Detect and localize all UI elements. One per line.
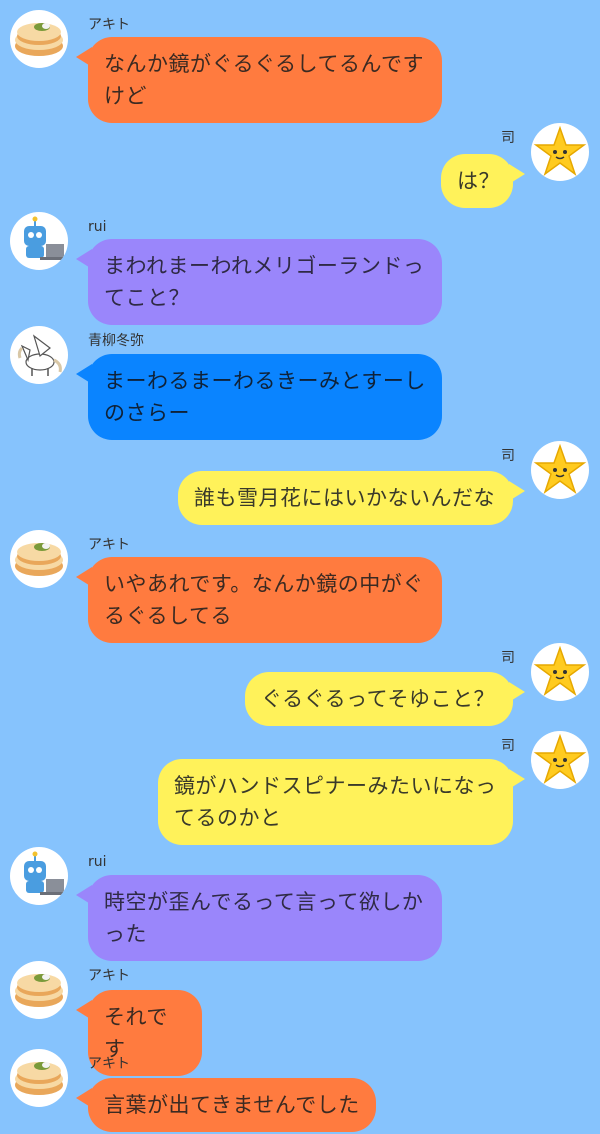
message-bubble[interactable]: いやあれです。なんか鏡の中がぐるぐるしてる	[76, 557, 442, 643]
robot-icon[interactable]	[10, 847, 68, 905]
star-icon[interactable]	[531, 123, 589, 181]
star-icon[interactable]	[531, 731, 589, 789]
sender-name: アキト	[88, 968, 130, 984]
message-text: いやあれです。なんか鏡の中がぐるぐるしてる	[104, 572, 424, 628]
sender-name: アキト	[88, 537, 130, 553]
message-bubble[interactable]: まーわるまーわるきーみとすーしのさらー	[76, 354, 442, 440]
message-bubble[interactable]: は？	[441, 154, 525, 208]
sender-name: 青柳冬弥	[88, 333, 144, 349]
message-bubble[interactable]: 誰も雪月花にはいかないんだな	[178, 471, 525, 525]
pegasus-icon[interactable]	[10, 326, 68, 384]
sender-name: rui	[88, 219, 107, 235]
message-text: ぐるぐるってそゆこと？	[261, 687, 495, 711]
message-text: それです	[104, 1005, 168, 1061]
sender-name: rui	[88, 854, 107, 870]
star-icon[interactable]	[531, 643, 589, 701]
message-bubble[interactable]: 言葉が出てきませんでした	[76, 1078, 376, 1132]
message-text: 誰も雪月花にはいかないんだな	[194, 486, 495, 510]
message-text: 言葉が出てきませんでした	[104, 1093, 360, 1117]
message-text: は？	[457, 169, 500, 193]
sender-name: 司	[501, 448, 515, 464]
sender-name: 司	[501, 738, 515, 754]
message-text: 時空が歪んでるって言って欲しかった	[104, 890, 424, 946]
message-bubble[interactable]: なんか鏡がぐるぐるしてるんですけど	[76, 37, 442, 123]
pancake-icon[interactable]	[10, 530, 68, 588]
message-text: まーわるまーわるきーみとすーしのさらー	[104, 369, 426, 425]
pancake-icon[interactable]	[10, 961, 68, 1019]
sender-name: 司	[501, 650, 515, 666]
message-bubble[interactable]: 鏡がハンドスピナーみたいになってるのかと	[158, 759, 525, 845]
sender-name: 司	[501, 130, 515, 146]
message-bubble[interactable]: ぐるぐるってそゆこと？	[245, 672, 525, 726]
message-bubble[interactable]: 時空が歪んでるって言って欲しかった	[76, 875, 442, 961]
pancake-icon[interactable]	[10, 10, 68, 68]
message-bubble[interactable]: まわれまーわれメリゴーランドってこと？	[76, 239, 442, 325]
pancake-icon[interactable]	[10, 1049, 68, 1107]
star-icon[interactable]	[531, 441, 589, 499]
message-text: まわれまーわれメリゴーランドってこと？	[104, 254, 425, 310]
sender-name: アキト	[88, 17, 130, 33]
robot-icon[interactable]	[10, 212, 68, 270]
chat-log[interactable]: アキト なんか鏡がぐるぐるしてるんですけど 司 は？ rui まわれまーわれメリ…	[0, 0, 600, 1134]
message-text: 鏡がハンドスピナーみたいになってるのかと	[174, 774, 497, 830]
sender-name: アキト	[88, 1056, 130, 1072]
message-text: なんか鏡がぐるぐるしてるんですけど	[104, 52, 424, 108]
